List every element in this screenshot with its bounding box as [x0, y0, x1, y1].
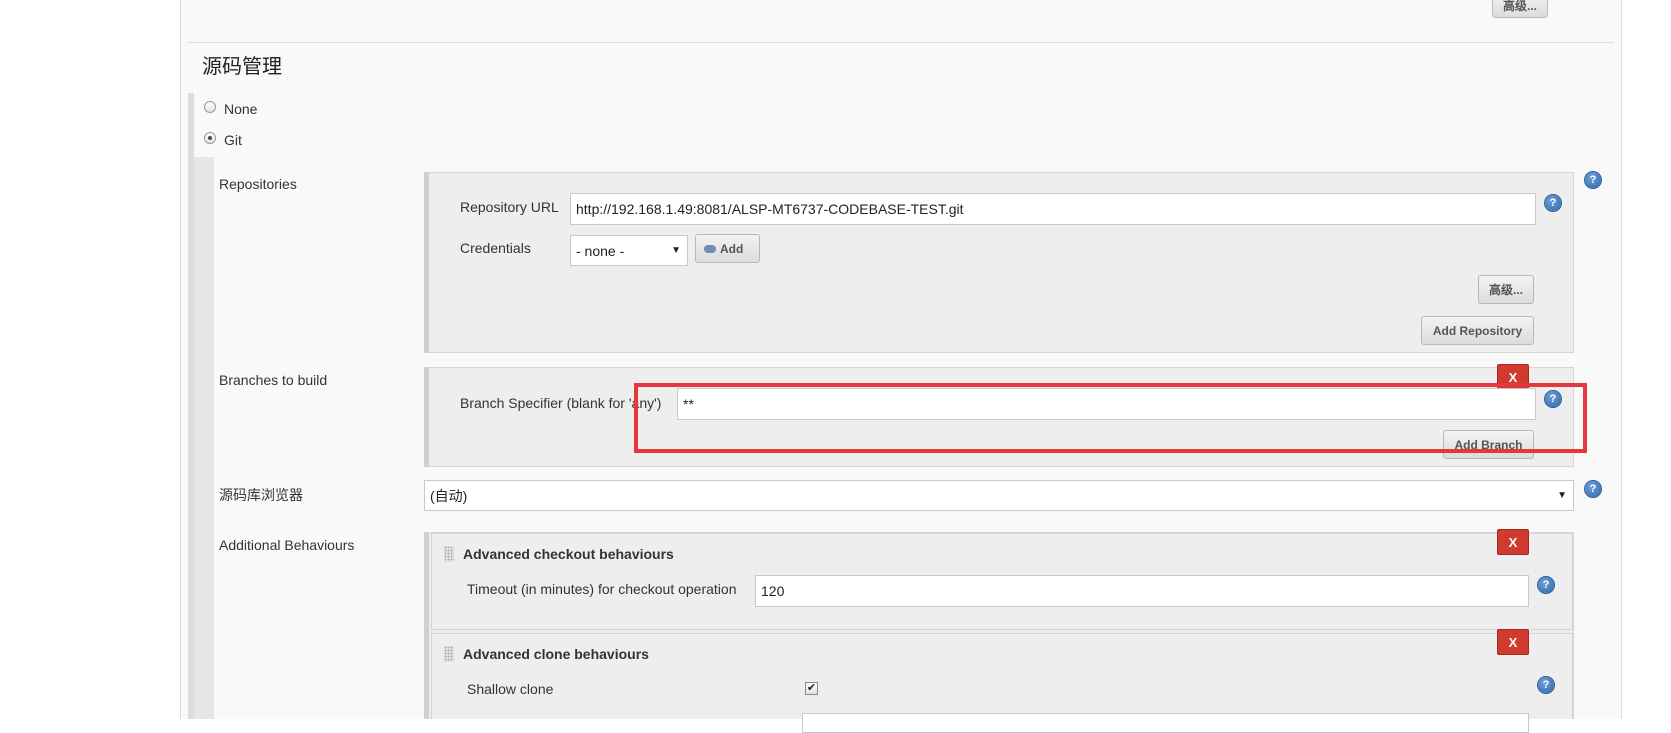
checkout-timeout-help-icon[interactable]: ? — [1538, 577, 1554, 593]
chevron-down-icon: ▼ — [1557, 490, 1567, 501]
checkout-timeout-label: Timeout (in minutes) for checkout operat… — [467, 581, 737, 597]
clone-behaviour-title: Advanced clone behaviours — [463, 646, 649, 662]
branches-label: Branches to build — [219, 372, 328, 388]
credentials-add-button[interactable]: Add — [695, 234, 760, 263]
source-browser-help-icon[interactable]: ? — [1585, 481, 1601, 497]
shallow-clone-help-icon[interactable]: ? — [1538, 677, 1554, 693]
shallow-clone-label: Shallow clone — [467, 681, 554, 697]
git-indent-bar — [194, 157, 214, 719]
scm-none-label: None — [224, 101, 258, 117]
checkout-behaviour-title: Advanced checkout behaviours — [463, 546, 674, 562]
highlight-annotation-box — [634, 383, 1587, 453]
repositories-help-icon[interactable]: ? — [1585, 172, 1601, 188]
repository-url-help-icon[interactable]: ? — [1545, 195, 1561, 211]
source-browser-value: (自动) — [430, 487, 468, 504]
remove-clone-behaviour-button[interactable]: X — [1497, 629, 1529, 655]
checkout-timeout-input[interactable]: 120 — [755, 575, 1529, 607]
additional-behaviours-label: Additional Behaviours — [219, 537, 355, 553]
section-title: 源码管理 — [202, 56, 282, 78]
scm-none-radio[interactable] — [204, 101, 216, 113]
source-browser-label: 源码库浏览器 — [219, 487, 303, 503]
repository-url-input[interactable]: http://192.168.1.49:8081/ALSP-MT6737-COD… — [570, 193, 1536, 225]
branch-specifier-label: Branch Specifier (blank for 'any') — [460, 395, 662, 411]
section-divider — [187, 42, 1614, 43]
key-icon — [704, 244, 716, 253]
repository-url-label: Repository URL — [460, 199, 559, 215]
add-repository-button[interactable]: Add Repository — [1421, 316, 1534, 345]
credentials-add-label: Add — [720, 241, 744, 256]
repositories-label: Repositories — [219, 176, 297, 192]
repositories-advanced-button[interactable]: 高级... — [1478, 275, 1534, 304]
credentials-select[interactable]: - none - ▼ — [570, 235, 688, 266]
credentials-label: Credentials — [460, 240, 531, 256]
remove-checkout-behaviour-button[interactable]: X — [1497, 529, 1529, 555]
chevron-down-icon: ▼ — [671, 245, 681, 256]
scm-git-radio[interactable] — [204, 132, 216, 144]
credentials-value: - none - — [576, 242, 625, 259]
top-advanced-button[interactable]: 高级... — [1492, 0, 1548, 18]
shallow-clone-checkbox[interactable]: ✔ — [805, 682, 818, 695]
scm-git-label: Git — [224, 132, 242, 148]
clone-next-input[interactable] — [802, 713, 1529, 733]
source-browser-select[interactable]: (自动) ▼ — [424, 480, 1574, 511]
drag-handle-icon[interactable] — [444, 646, 454, 662]
drag-handle-icon[interactable] — [444, 546, 454, 562]
